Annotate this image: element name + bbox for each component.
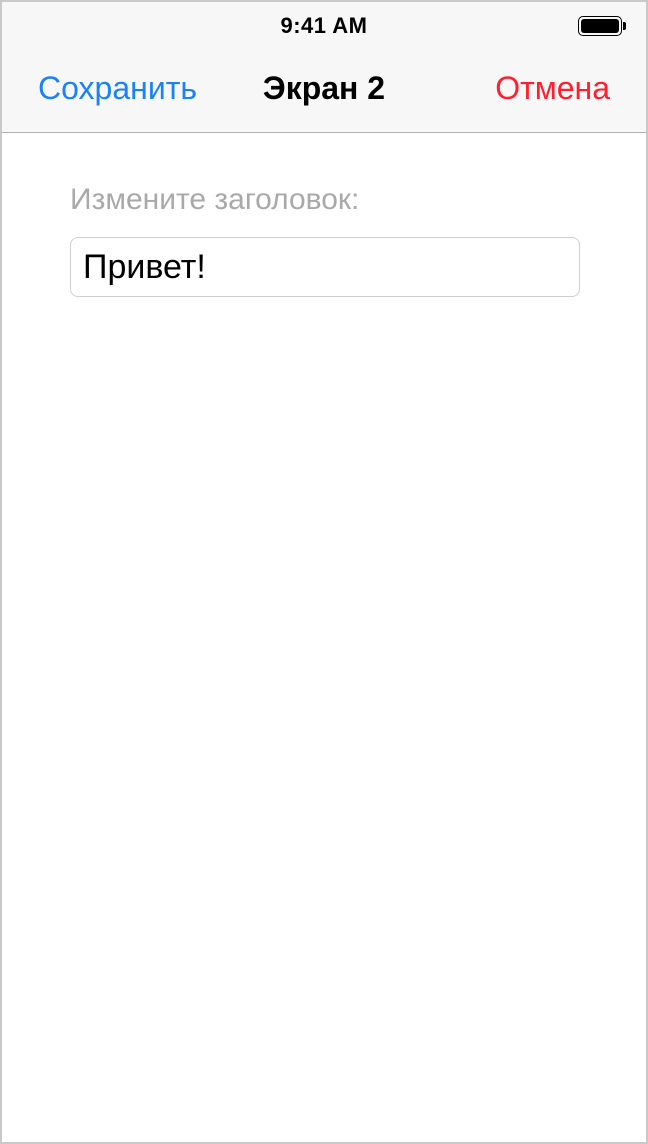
- title-field-label: Измените заголовок:: [70, 183, 360, 216]
- cancel-button[interactable]: Отмена: [495, 70, 610, 107]
- navigation-bar: Сохранить Экран 2 Отмена: [2, 50, 646, 133]
- save-button[interactable]: Сохранить: [38, 70, 197, 107]
- battery-tip: [623, 22, 626, 30]
- status-bar: 9:41 AM: [2, 2, 646, 50]
- content-area: Измените заголовок:: [2, 133, 646, 1142]
- battery-fill: [581, 19, 619, 33]
- title-input[interactable]: [70, 237, 580, 297]
- battery-body: [578, 16, 622, 36]
- battery-full-icon: [578, 16, 630, 38]
- device-screen: 9:41 AM Сохранить Экран 2 Отмена Изменит…: [0, 0, 648, 1144]
- status-time: 9:41 AM: [280, 13, 368, 38]
